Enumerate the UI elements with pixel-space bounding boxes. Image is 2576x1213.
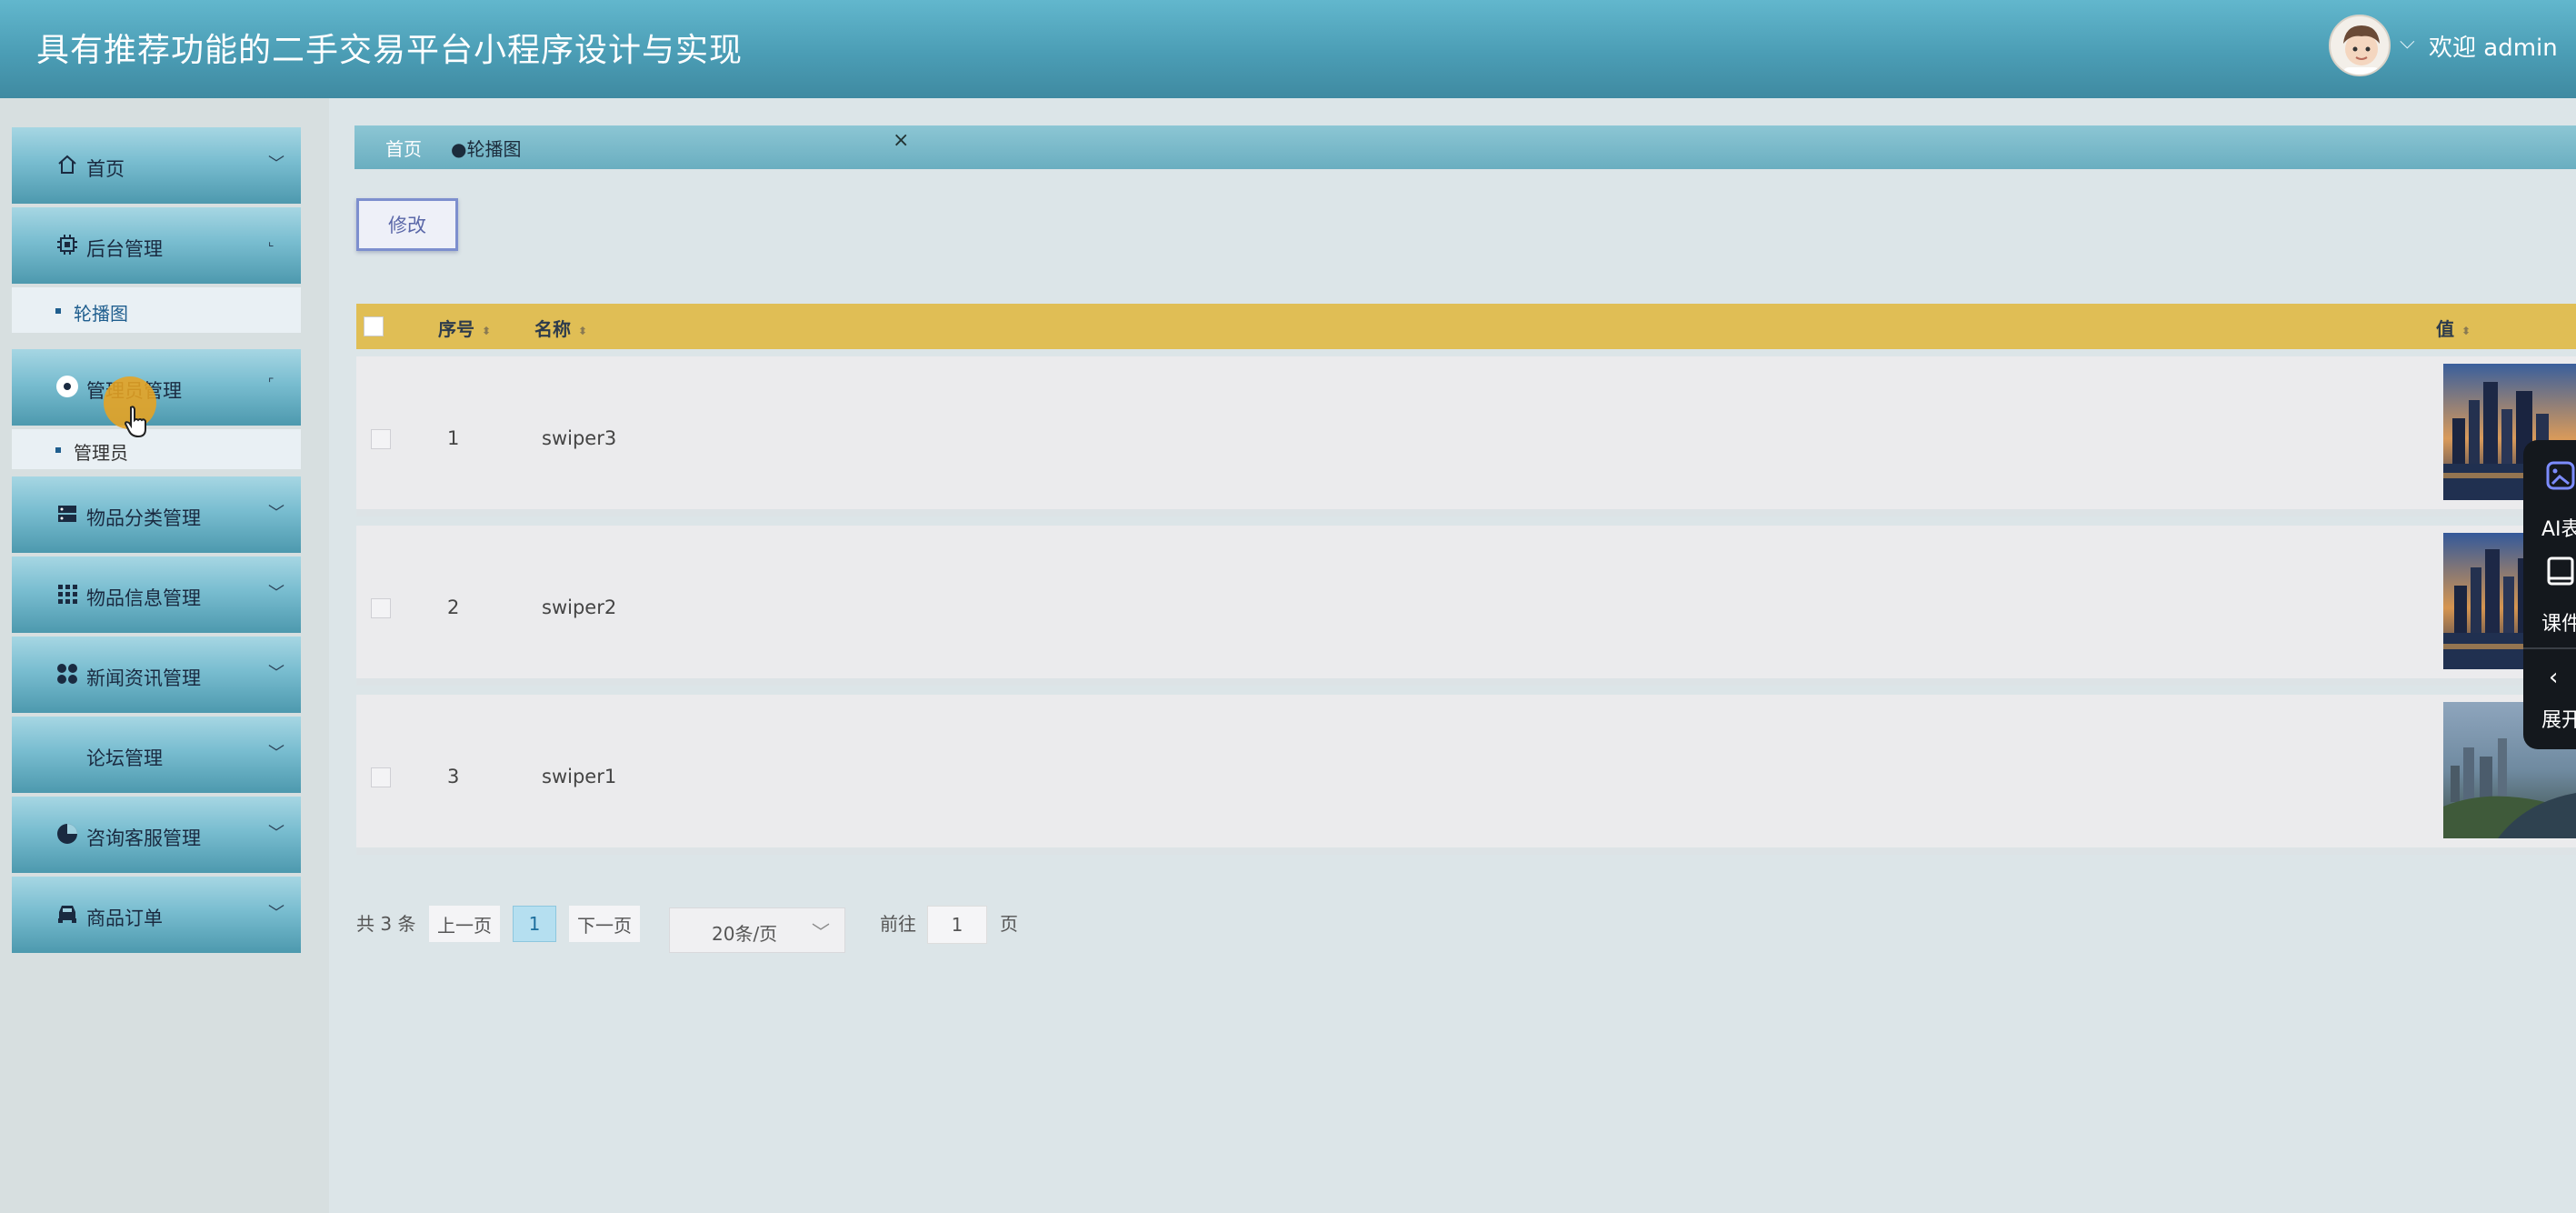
table-header: 序号 ⬍ 名称 ⬍ 值 ⬍ bbox=[356, 304, 2576, 349]
goto-label: 前往 bbox=[880, 913, 916, 935]
breadcrumb: 首页 ●轮播图 × bbox=[354, 125, 2576, 169]
home-icon bbox=[55, 153, 79, 176]
sidebar-subitem-carousel[interactable]: 轮播图 bbox=[12, 287, 301, 333]
row-index: 2 bbox=[447, 596, 460, 618]
chip-icon bbox=[55, 233, 79, 256]
sidebar-item-label: 商品订单 bbox=[86, 907, 163, 929]
chevron-down-icon: ﹀ bbox=[268, 504, 285, 523]
chevron-down-icon: ﹀ bbox=[268, 664, 285, 683]
chevron-down-icon: ﹀ bbox=[812, 921, 830, 943]
courseware-icon[interactable] bbox=[2547, 556, 2574, 589]
sidebar-item-label: 论坛管理 bbox=[86, 747, 163, 769]
sidebar-item-service[interactable]: 咨询客服管理 ﹀ bbox=[12, 797, 301, 873]
goto-page-input[interactable]: 1 bbox=[927, 906, 987, 944]
sidebar-item-backend[interactable]: 后台管理 ⌞ bbox=[12, 207, 301, 284]
table-row: 1 swiper3 bbox=[356, 356, 2576, 516]
courseware-label[interactable]: 课件 bbox=[2541, 607, 2576, 637]
row-checkbox[interactable] bbox=[371, 429, 391, 449]
chevron-down-icon: ﹀ bbox=[268, 584, 285, 603]
sort-icon: ⬍ bbox=[482, 324, 492, 337]
page-suffix: 页 bbox=[1000, 913, 1018, 935]
page-size-select[interactable]: 20条/页 ﹀ bbox=[669, 907, 845, 953]
chevron-up-icon: ⌞ bbox=[268, 235, 275, 249]
chevron-down-icon: ﹀ bbox=[268, 904, 285, 923]
sidebar-item-news[interactable]: 新闻资讯管理 ﹀ bbox=[12, 637, 301, 713]
apps-icon bbox=[55, 662, 79, 686]
pagination-total: 共 3 条 bbox=[356, 913, 416, 935]
column-header-value[interactable]: 值 ⬍ bbox=[2436, 315, 2471, 341]
chevron-left-icon[interactable]: ‹ bbox=[2549, 664, 2558, 691]
column-header-index[interactable]: 序号 ⬍ bbox=[438, 315, 491, 341]
welcome-text[interactable]: 欢迎 admin bbox=[2429, 29, 2558, 63]
sort-icon: ⬍ bbox=[578, 324, 588, 337]
next-page-button[interactable]: 下一页 bbox=[569, 906, 640, 942]
sidebar-item-home[interactable]: 首页 ﹀ bbox=[12, 127, 301, 204]
chevron-down-icon[interactable]: ⌵ bbox=[2400, 31, 2415, 54]
bullet-icon bbox=[55, 308, 61, 314]
row-index: 3 bbox=[447, 766, 460, 787]
breadcrumb-home[interactable]: 首页 bbox=[385, 135, 422, 161]
close-icon[interactable]: × bbox=[893, 129, 909, 152]
sidebar: 首页 ﹀ 后台管理 ⌞ 轮播图 管理员管理 ⌜ 管理员 物品分类管理 ﹀ 物品信 bbox=[0, 98, 329, 1213]
sidebar-item-label: 新闻资讯管理 bbox=[86, 667, 201, 689]
sidebar-item-goods[interactable]: 物品信息管理 ﹀ bbox=[12, 556, 301, 633]
select-all-checkbox[interactable] bbox=[364, 316, 384, 336]
sidebar-item-admin[interactable]: 管理员管理 ⌜ bbox=[12, 349, 301, 426]
sidebar-item-label: 后台管理 bbox=[86, 238, 163, 260]
car-icon bbox=[55, 902, 79, 926]
bullet-icon bbox=[55, 447, 61, 453]
sidebar-item-label: 咨询客服管理 bbox=[86, 827, 201, 849]
prev-page-button[interactable]: 上一页 bbox=[429, 906, 500, 942]
sidebar-item-label: 首页 bbox=[86, 158, 125, 180]
row-checkbox[interactable] bbox=[371, 598, 391, 618]
sort-icon: ⬍ bbox=[2461, 324, 2471, 337]
app-title: 具有推荐功能的二手交易平台小程序设计与实现 bbox=[36, 32, 744, 69]
sidebar-item-label: 物品信息管理 bbox=[86, 587, 201, 609]
server-icon bbox=[55, 502, 79, 526]
table-row: 2 swiper2 bbox=[356, 526, 2576, 686]
ai-label[interactable]: AI表 bbox=[2541, 513, 2576, 542]
sidebar-subitem-label: 管理员 bbox=[74, 442, 128, 464]
user-circle-icon bbox=[55, 375, 79, 398]
grid-icon bbox=[55, 582, 79, 606]
sidebar-item-forum[interactable]: 论坛管理 ﹀ bbox=[12, 717, 301, 793]
row-name: swiper1 bbox=[542, 766, 617, 787]
edit-button[interactable]: 修改 bbox=[356, 198, 458, 251]
sidebar-subitem-admin[interactable]: 管理员 bbox=[12, 429, 301, 469]
sidebar-item-label: 物品分类管理 bbox=[86, 507, 201, 529]
breadcrumb-current-tab[interactable]: ●轮播图 bbox=[451, 135, 521, 161]
chevron-down-icon: ﹀ bbox=[268, 155, 285, 174]
expand-label[interactable]: 展开 bbox=[2541, 704, 2576, 733]
row-checkbox[interactable] bbox=[371, 767, 391, 787]
sidebar-subitem-label: 轮播图 bbox=[74, 303, 128, 325]
chevron-up-icon: ⌜ bbox=[268, 376, 275, 391]
current-page-button[interactable]: 1 bbox=[513, 906, 556, 942]
row-name: swiper3 bbox=[542, 427, 617, 449]
pie-icon bbox=[55, 822, 79, 846]
row-name: swiper2 bbox=[542, 596, 617, 618]
floating-tool-panel: AI表 课件 ‹ 展开 bbox=[2523, 440, 2576, 749]
chevron-down-icon: ﹀ bbox=[268, 824, 285, 843]
divider bbox=[2523, 647, 2576, 649]
sidebar-item-category[interactable]: 物品分类管理 ﹀ bbox=[12, 476, 301, 553]
table-row: 3 swiper1 bbox=[356, 695, 2576, 855]
row-index: 1 bbox=[447, 427, 460, 449]
ai-image-icon[interactable] bbox=[2545, 460, 2576, 495]
page-size-value: 20条/页 bbox=[712, 923, 778, 945]
column-header-name[interactable]: 名称 ⬍ bbox=[534, 315, 587, 341]
avatar[interactable] bbox=[2329, 15, 2391, 76]
chevron-down-icon: ﹀ bbox=[268, 744, 285, 763]
hand-cursor-icon bbox=[124, 406, 146, 438]
sidebar-item-orders[interactable]: 商品订单 ﹀ bbox=[12, 877, 301, 953]
top-header: 具有推荐功能的二手交易平台小程序设计与实现 ⌵ 欢迎 admin bbox=[0, 0, 2576, 98]
